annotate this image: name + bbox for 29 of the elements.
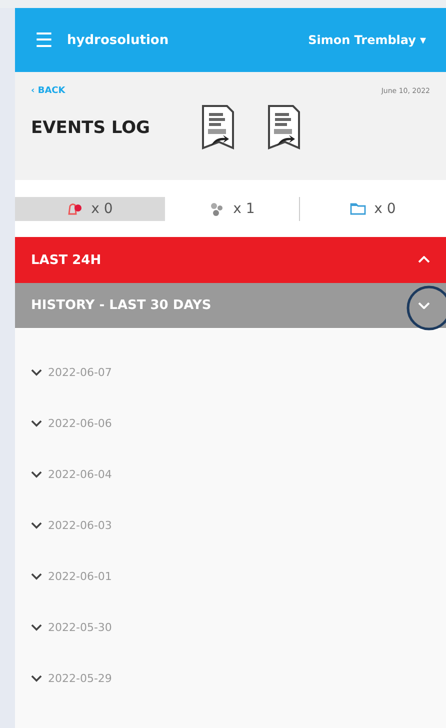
day-row[interactable]: 2022-06-01: [15, 551, 446, 602]
chevron-down-icon: [31, 369, 42, 376]
filter-tab[interactable]: x 0: [300, 196, 446, 220]
section-header[interactable]: HISTORY - LAST 30 DAYS: [15, 283, 446, 329]
alert-icon: [67, 202, 84, 216]
day-row[interactable]: 2022-05-30: [15, 602, 446, 653]
chevron-down-icon: [31, 624, 42, 631]
day-row[interactable]: 2022-06-06: [15, 398, 446, 449]
folder-icon: [350, 202, 366, 216]
filter-tab[interactable]: x 1: [165, 196, 299, 220]
chevron-down-icon: [31, 420, 42, 427]
filter-tab[interactable]: x 0: [15, 196, 165, 220]
chevron-down-icon: [31, 471, 42, 478]
user-menu[interactable]: Simon Tremblay ▾: [308, 33, 426, 47]
menu-button[interactable]: ☰: [35, 28, 53, 52]
chevron-down-icon: [31, 675, 42, 682]
back-link[interactable]: ‹ BACK: [31, 86, 66, 96]
day-row[interactable]: 2022-05-29: [15, 653, 446, 704]
chevron-down-icon: [31, 522, 42, 529]
day-row[interactable]: 2022-06-07: [15, 347, 446, 398]
csv-export-icon[interactable]: [199, 104, 237, 152]
csv-export-icon[interactable]: [265, 104, 303, 152]
cluster-icon: [209, 200, 226, 216]
day-row[interactable]: 2022-06-03: [15, 500, 446, 551]
section-header[interactable]: LAST 24H: [15, 237, 446, 283]
page-title: EVENTS LOG: [31, 118, 151, 138]
chevron-down-icon: [31, 573, 42, 580]
brand-name: hydrosolution: [67, 32, 170, 48]
day-row[interactable]: 2022-06-04: [15, 449, 446, 500]
